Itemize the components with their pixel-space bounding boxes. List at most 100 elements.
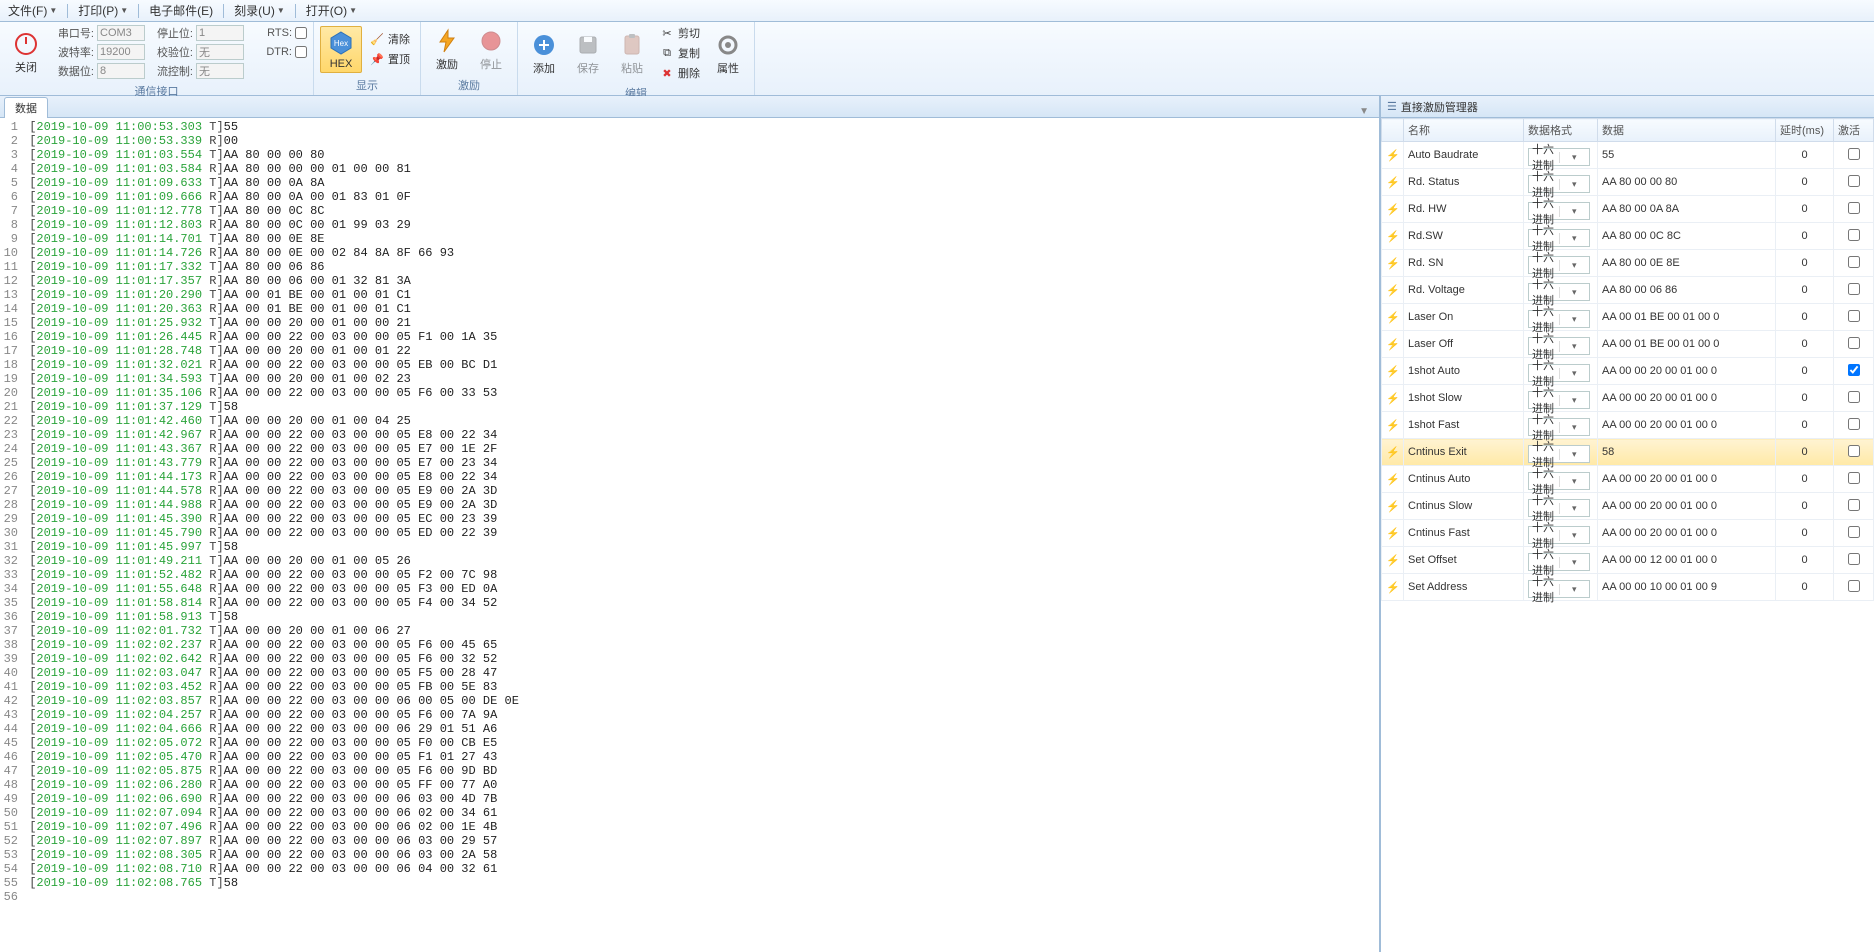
stimulus-row[interactable]: ⚡Cntinus Auto十六进制▾AA 00 00 20 00 01 00 0…	[1382, 466, 1874, 493]
cut-button[interactable]: ✂剪切	[656, 24, 704, 42]
stimulus-delay-cell[interactable]: 0	[1776, 439, 1834, 466]
stimulus-delay-cell[interactable]: 0	[1776, 466, 1834, 493]
menu-print[interactable]: 打印(P) ▼	[74, 2, 132, 19]
log-line[interactable]: 36 [2019-10-09 11:01:58.913 T]58	[0, 610, 1379, 624]
stimulus-delay-cell[interactable]: 0	[1776, 385, 1834, 412]
save-button[interactable]: 保存	[568, 29, 608, 78]
stimulus-row[interactable]: ⚡Rd. HW十六进制▾AA 80 00 0A 8A0	[1382, 196, 1874, 223]
log-line[interactable]: 42 [2019-10-09 11:02:03.857 R]AA 00 00 2…	[0, 694, 1379, 708]
chevron-down-icon[interactable]: ▾	[1559, 260, 1590, 271]
log-line[interactable]: 19 [2019-10-09 11:01:34.593 T]AA 00 00 2…	[0, 372, 1379, 386]
log-line[interactable]: 20 [2019-10-09 11:01:35.106 R]AA 00 00 2…	[0, 386, 1379, 400]
log-line[interactable]: 44 [2019-10-09 11:02:04.666 R]AA 00 00 2…	[0, 722, 1379, 736]
stimulus-row[interactable]: ⚡1shot Auto十六进制▾AA 00 00 20 00 01 00 00	[1382, 358, 1874, 385]
chevron-down-icon[interactable]: ▾	[1559, 584, 1590, 595]
log-line[interactable]: 50 [2019-10-09 11:02:07.094 R]AA 00 00 2…	[0, 806, 1379, 820]
active-checkbox[interactable]	[1848, 337, 1860, 349]
column-header-name[interactable]: 名称	[1404, 119, 1524, 142]
stimulus-data-cell[interactable]: AA 00 00 10 00 01 00 9	[1598, 574, 1776, 601]
add-button[interactable]: 添加	[524, 29, 564, 78]
stop-button[interactable]: 停止	[471, 25, 511, 74]
log-line[interactable]: 18 [2019-10-09 11:01:32.021 R]AA 00 00 2…	[0, 358, 1379, 372]
stimulus-delay-cell[interactable]: 0	[1776, 412, 1834, 439]
log-line[interactable]: 17 [2019-10-09 11:01:28.748 T]AA 00 00 2…	[0, 344, 1379, 358]
dtr-checkbox[interactable]	[295, 46, 307, 58]
log-line[interactable]: 35 [2019-10-09 11:01:58.814 R]AA 00 00 2…	[0, 596, 1379, 610]
log-line[interactable]: 40 [2019-10-09 11:02:03.047 R]AA 00 00 2…	[0, 666, 1379, 680]
chevron-down-icon[interactable]: ▾	[1559, 395, 1590, 406]
stimulus-name-cell[interactable]: Laser On	[1404, 304, 1524, 331]
format-dropdown[interactable]: 十六进制▾	[1528, 337, 1590, 355]
log-line[interactable]: 1 [2019-10-09 11:00:53.303 T]55	[0, 120, 1379, 134]
stimulus-name-cell[interactable]: Rd. Voltage	[1404, 277, 1524, 304]
stimulus-data-cell[interactable]: AA 00 00 20 00 01 00 0	[1598, 493, 1776, 520]
stimulus-name-cell[interactable]: Cntinus Fast	[1404, 520, 1524, 547]
log-line[interactable]: 28 [2019-10-09 11:01:44.988 R]AA 00 00 2…	[0, 498, 1379, 512]
log-line[interactable]: 7 [2019-10-09 11:01:12.778 T]AA 80 00 0C…	[0, 204, 1379, 218]
log-line[interactable]: 3 [2019-10-09 11:01:03.554 T]AA 80 00 00…	[0, 148, 1379, 162]
log-line[interactable]: 39 [2019-10-09 11:02:02.642 R]AA 00 00 2…	[0, 652, 1379, 666]
log-line[interactable]: 41 [2019-10-09 11:02:03.452 R]AA 00 00 2…	[0, 680, 1379, 694]
stimulus-delay-cell[interactable]: 0	[1776, 250, 1834, 277]
stimulus-data-cell[interactable]: AA 00 01 BE 00 01 00 0	[1598, 304, 1776, 331]
panel-dropdown-icon[interactable]: ▼	[1353, 106, 1375, 117]
delete-button[interactable]: ✖删除	[656, 64, 704, 82]
log-line[interactable]: 55 [2019-10-09 11:02:08.765 T]58	[0, 876, 1379, 890]
stimulus-data-cell[interactable]: AA 00 01 BE 00 01 00 0	[1598, 331, 1776, 358]
stimulus-name-cell[interactable]: Cntinus Slow	[1404, 493, 1524, 520]
column-header-icon[interactable]	[1382, 119, 1404, 142]
log-line[interactable]: 32 [2019-10-09 11:01:49.211 T]AA 00 00 2…	[0, 554, 1379, 568]
stimulus-name-cell[interactable]: Rd. Status	[1404, 169, 1524, 196]
stimulus-data-cell[interactable]: AA 80 00 0A 8A	[1598, 196, 1776, 223]
format-dropdown[interactable]: 十六进制▾	[1528, 418, 1590, 436]
log-line[interactable]: 53 [2019-10-09 11:02:08.305 R]AA 00 00 2…	[0, 848, 1379, 862]
log-line[interactable]: 54 [2019-10-09 11:02:08.710 R]AA 00 00 2…	[0, 862, 1379, 876]
stimulus-name-cell[interactable]: Set Offset	[1404, 547, 1524, 574]
active-checkbox[interactable]	[1848, 580, 1860, 592]
active-checkbox[interactable]	[1848, 526, 1860, 538]
column-header-format[interactable]: 数据格式	[1524, 119, 1598, 142]
log-line[interactable]: 46 [2019-10-09 11:02:05.470 R]AA 00 00 2…	[0, 750, 1379, 764]
chevron-down-icon[interactable]: ▾	[1559, 368, 1590, 379]
format-dropdown[interactable]: 十六进制▾	[1528, 310, 1590, 328]
log-line[interactable]: 52 [2019-10-09 11:02:07.897 R]AA 00 00 2…	[0, 834, 1379, 848]
log-line[interactable]: 23 [2019-10-09 11:01:42.967 R]AA 00 00 2…	[0, 428, 1379, 442]
column-header-active[interactable]: 激活	[1834, 119, 1874, 142]
stimulus-row[interactable]: ⚡Cntinus Slow十六进制▾AA 00 00 20 00 01 00 0…	[1382, 493, 1874, 520]
log-line[interactable]: 12 [2019-10-09 11:01:17.357 R]AA 80 00 0…	[0, 274, 1379, 288]
active-checkbox[interactable]	[1848, 175, 1860, 187]
log-line[interactable]: 16 [2019-10-09 11:01:26.445 R]AA 00 00 2…	[0, 330, 1379, 344]
log-line[interactable]: 24 [2019-10-09 11:01:43.367 R]AA 00 00 2…	[0, 442, 1379, 456]
stimulus-name-cell[interactable]: 1shot Slow	[1404, 385, 1524, 412]
stimulus-data-cell[interactable]: AA 00 00 20 00 01 00 0	[1598, 412, 1776, 439]
stimulus-row[interactable]: ⚡Rd. Voltage十六进制▾AA 80 00 06 860	[1382, 277, 1874, 304]
stimulus-delay-cell[interactable]: 0	[1776, 196, 1834, 223]
log-line[interactable]: 49 [2019-10-09 11:02:06.690 R]AA 00 00 2…	[0, 792, 1379, 806]
log-line[interactable]: 25 [2019-10-09 11:01:43.779 R]AA 00 00 2…	[0, 456, 1379, 470]
menu-open[interactable]: 打开(O) ▼	[302, 2, 361, 19]
log-line[interactable]: 38 [2019-10-09 11:02:02.237 R]AA 00 00 2…	[0, 638, 1379, 652]
stimulus-data-cell[interactable]: AA 80 00 00 80	[1598, 169, 1776, 196]
log-line[interactable]: 5 [2019-10-09 11:01:09.633 T]AA 80 00 0A…	[0, 176, 1379, 190]
clear-button[interactable]: 🧹清除	[366, 30, 414, 48]
menu-email[interactable]: 电子邮件(E)	[145, 2, 217, 19]
stimulus-delay-cell[interactable]: 0	[1776, 304, 1834, 331]
log-line[interactable]: 34 [2019-10-09 11:01:55.648 R]AA 00 00 2…	[0, 582, 1379, 596]
stimulus-name-cell[interactable]: 1shot Fast	[1404, 412, 1524, 439]
stimulus-data-cell[interactable]: AA 00 00 20 00 01 00 0	[1598, 358, 1776, 385]
format-dropdown[interactable]: 十六进制▾	[1528, 364, 1590, 382]
active-checkbox[interactable]	[1848, 553, 1860, 565]
stimulus-row[interactable]: ⚡Set Offset十六进制▾AA 00 00 12 00 01 00 00	[1382, 547, 1874, 574]
format-dropdown[interactable]: 十六进制▾	[1528, 391, 1590, 409]
log-line[interactable]: 56	[0, 890, 1379, 904]
chevron-down-icon[interactable]: ▾	[1559, 314, 1590, 325]
stimulus-data-cell[interactable]: AA 80 00 06 86	[1598, 277, 1776, 304]
log-line[interactable]: 15 [2019-10-09 11:01:25.932 T]AA 00 00 2…	[0, 316, 1379, 330]
log-line[interactable]: 31 [2019-10-09 11:01:45.997 T]58	[0, 540, 1379, 554]
stimulus-button[interactable]: 激励	[427, 25, 467, 74]
format-dropdown[interactable]: 十六进制▾	[1528, 256, 1590, 274]
stimulus-row[interactable]: ⚡Rd. SN十六进制▾AA 80 00 0E 8E0	[1382, 250, 1874, 277]
column-header-data[interactable]: 数据	[1598, 119, 1776, 142]
active-checkbox[interactable]	[1848, 472, 1860, 484]
pin-top-button[interactable]: 📌置顶	[366, 50, 414, 68]
